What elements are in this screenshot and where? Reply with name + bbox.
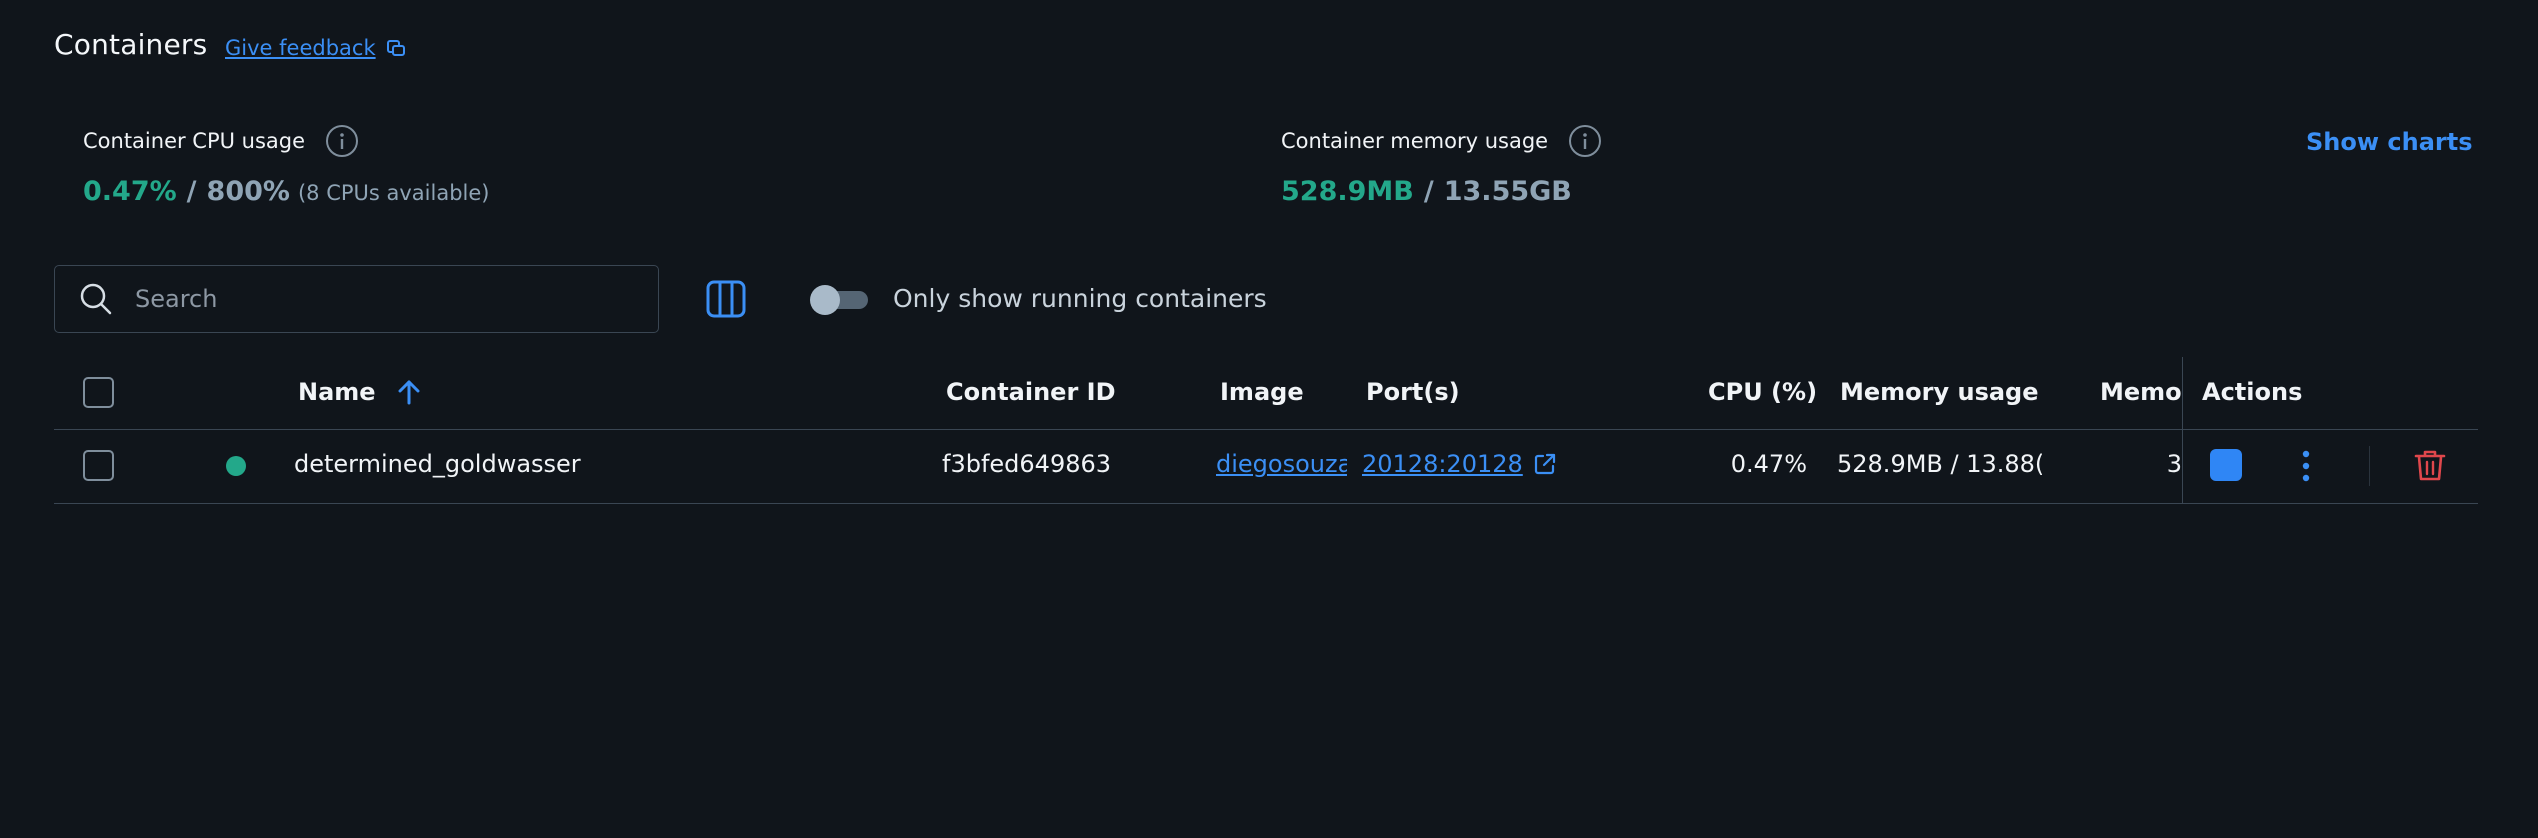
more-actions-button[interactable]: [2296, 449, 2316, 483]
container-name[interactable]: determined_goldwasser: [294, 450, 894, 478]
info-icon[interactable]: [1568, 124, 1602, 158]
info-icon[interactable]: [325, 124, 359, 158]
image-link[interactable]: diegosouza: [1216, 450, 1347, 478]
page-title: Containers: [54, 28, 208, 61]
memory-usage-total: 13.55GB: [1443, 176, 1572, 207]
ports-link-label: 20128:20128: [1362, 450, 1523, 478]
column-header-actions: Actions: [2202, 378, 2303, 406]
column-header-ports[interactable]: Port(s): [1366, 378, 1460, 406]
column-header-name[interactable]: Name: [298, 378, 422, 406]
trash-icon: [2414, 450, 2446, 481]
cpu-usage-label: Container CPU usage: [83, 124, 359, 158]
ports-link[interactable]: 20128:20128: [1362, 450, 1557, 478]
memory-usage-value: 528.9MB / 13.55GB: [1281, 176, 1572, 207]
container-id: f3bfed649863: [942, 450, 1112, 478]
memory-percent: 3: [2166, 450, 2182, 478]
give-feedback-link[interactable]: Give feedback: [225, 36, 406, 60]
memory-usage-label-text: Container memory usage: [1281, 129, 1549, 153]
running-only-toggle[interactable]: [810, 285, 868, 315]
stop-button[interactable]: [2210, 449, 2242, 481]
cpu-usage-value: 0.47% / 800% (8 CPUs available): [83, 176, 490, 207]
header-divider: [54, 429, 2478, 430]
column-header-image[interactable]: Image: [1220, 378, 1304, 406]
memory-usage-label: Container memory usage: [1281, 124, 1602, 158]
cpu-usage-separator: /: [186, 176, 197, 207]
search-box[interactable]: [54, 265, 659, 333]
search-input[interactable]: [135, 285, 655, 313]
column-header-cpu[interactable]: CPU (%): [1708, 378, 1817, 406]
columns-icon: [706, 280, 746, 318]
select-all-checkbox[interactable]: [83, 377, 114, 408]
row-select-checkbox[interactable]: [83, 450, 114, 481]
actions-divider: [2369, 446, 2370, 486]
cpu-percent: 0.47%: [1730, 450, 1807, 478]
more-vertical-icon: [2302, 450, 2310, 482]
cpu-usage-label-text: Container CPU usage: [83, 129, 306, 153]
delete-button[interactable]: [2414, 448, 2446, 482]
toggle-knob: [810, 285, 840, 315]
cpu-count-note: (8 CPUs available): [297, 181, 490, 205]
actions-column-divider: [2182, 357, 2183, 503]
running-status-dot: [226, 456, 246, 476]
give-feedback-label: Give feedback: [225, 36, 376, 60]
column-header-memory-usage[interactable]: Memory usage…: [1840, 378, 2040, 406]
memory-usage: 528.9MB / 13.88(: [1837, 450, 2042, 478]
column-settings-button[interactable]: [706, 280, 746, 318]
search-icon: [80, 283, 112, 315]
row-divider: [54, 503, 2478, 504]
column-header-memory-percent[interactable]: Memor: [2100, 378, 2182, 406]
show-charts-button[interactable]: Show charts: [2306, 128, 2473, 156]
stop-icon: [2210, 449, 2242, 481]
external-link-icon: [1534, 453, 1555, 475]
sort-ascending-icon: [398, 380, 420, 405]
memory-usage-separator: /: [1423, 176, 1434, 207]
column-header-container-id[interactable]: Container ID: [946, 378, 1116, 406]
running-only-label: Only show running containers: [893, 284, 1267, 313]
cpu-usage-total: 800%: [206, 176, 290, 207]
cpu-usage-current: 0.47%: [83, 176, 177, 207]
memory-usage-current: 528.9MB: [1281, 176, 1414, 207]
feedback-icon: [386, 40, 405, 56]
column-header-name-label: Name: [298, 378, 376, 406]
